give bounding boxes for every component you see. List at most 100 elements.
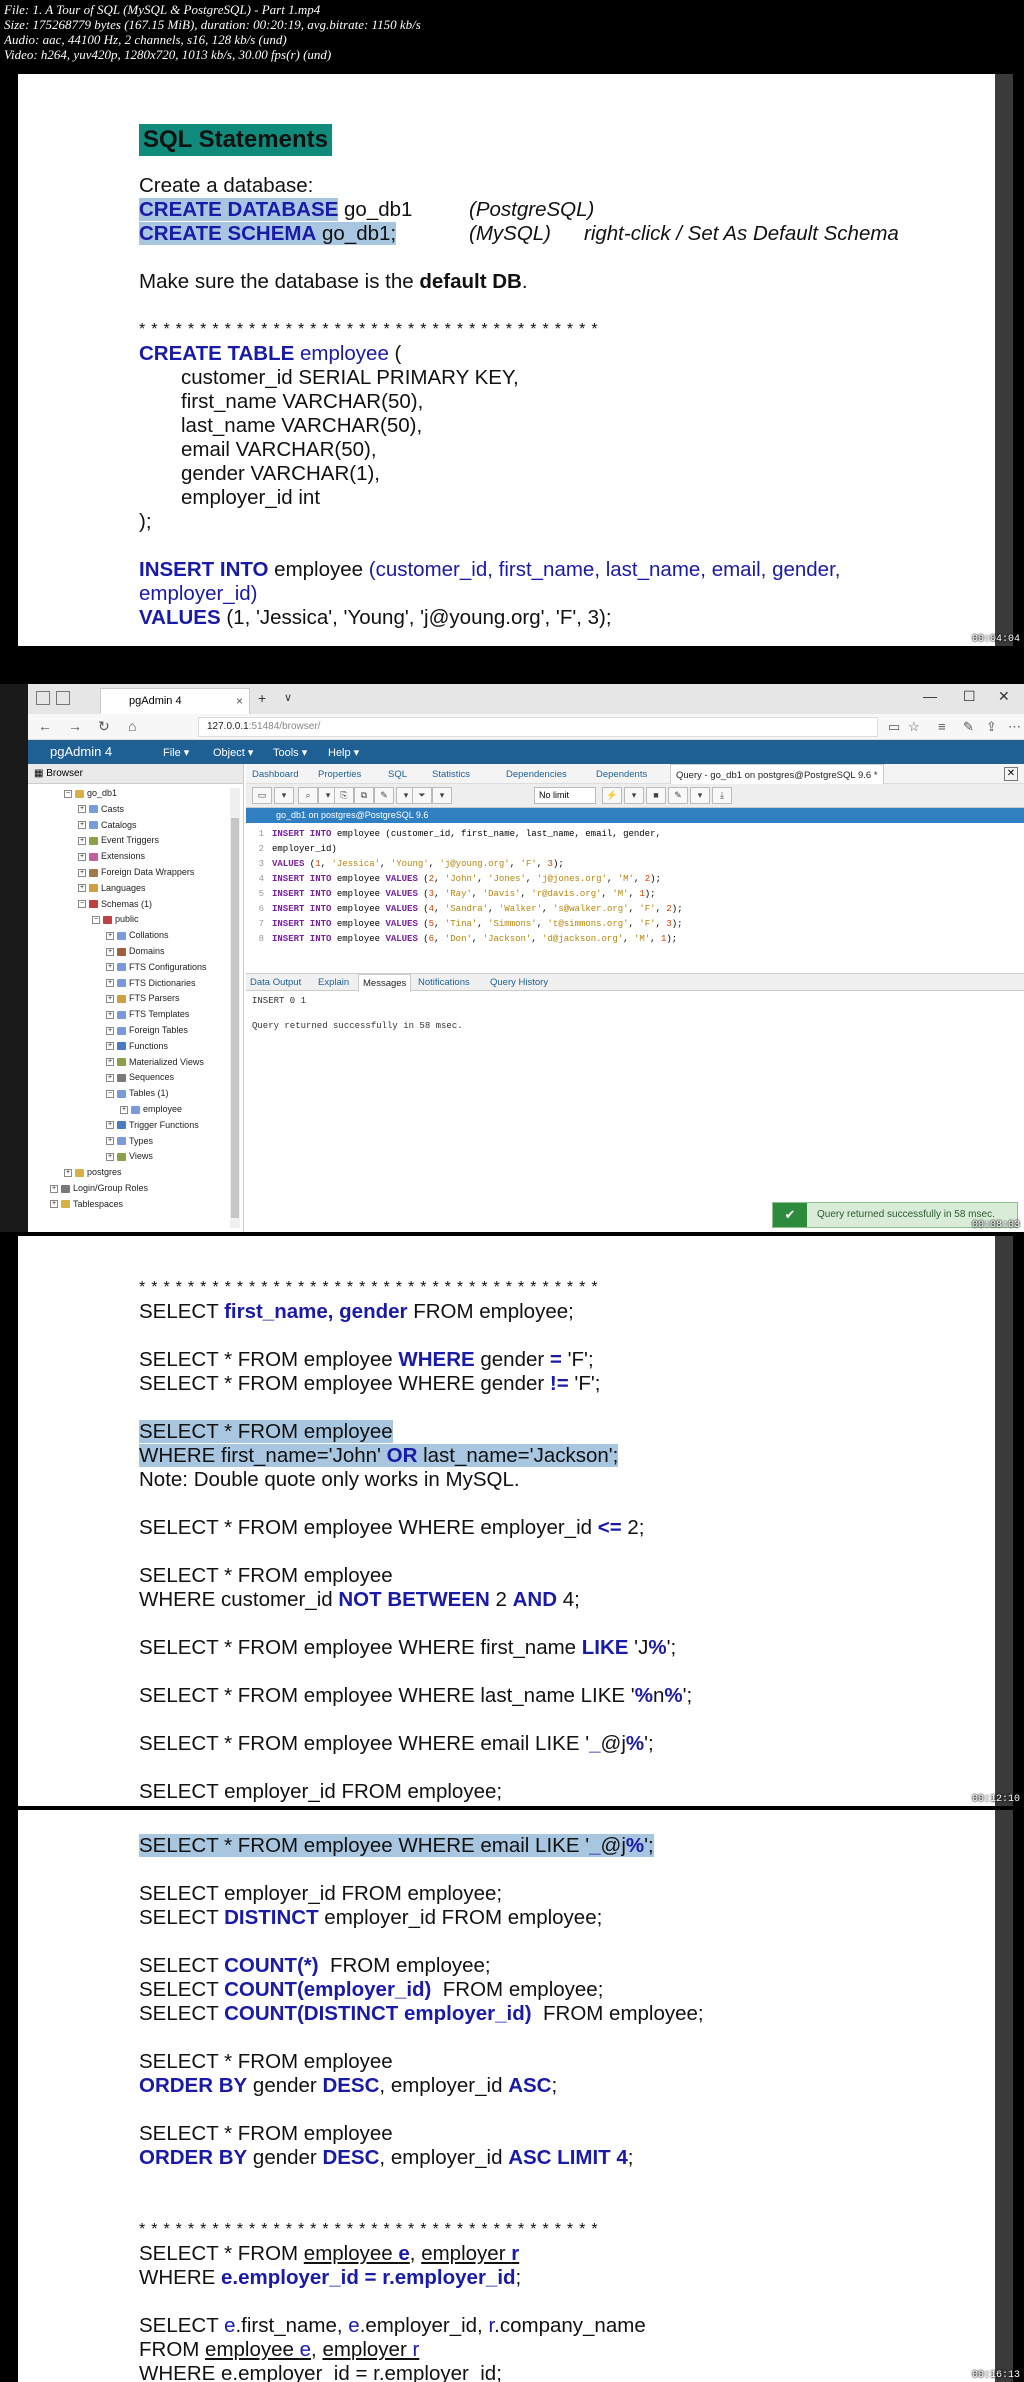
close-panel-icon[interactable]: ✕ xyxy=(1004,767,1018,781)
tree-node[interactable]: + Casts xyxy=(78,802,124,816)
toolbar-button-icon[interactable]: ▾ xyxy=(690,787,710,804)
tab-query-history[interactable]: Query History xyxy=(490,977,548,988)
toolbar-button-icon[interactable]: ⚡ xyxy=(602,787,622,804)
menu-tools[interactable]: Tools ▾ xyxy=(273,746,307,759)
expand-icon[interactable]: + xyxy=(78,821,86,830)
tab-list-icon[interactable]: ∨ xyxy=(284,691,292,704)
tree-node[interactable]: − go_db1 xyxy=(64,786,117,800)
toolbar-button-icon[interactable]: ⤓ xyxy=(712,787,732,804)
tree-node[interactable]: + Event Triggers xyxy=(78,833,159,847)
reading-view-icon[interactable]: ▭ xyxy=(888,719,900,735)
back-icon[interactable]: ← xyxy=(38,718,52,734)
expand-icon[interactable]: + xyxy=(78,884,86,893)
row-limit-select[interactable]: No limit xyxy=(534,787,596,804)
collapse-icon[interactable]: − xyxy=(78,900,86,909)
menu-file[interactable]: File ▾ xyxy=(163,746,189,759)
refresh-icon[interactable]: ↻ xyxy=(98,718,110,735)
tree-node[interactable]: + Views xyxy=(106,1149,153,1163)
expand-icon[interactable]: + xyxy=(106,1042,114,1051)
tab-preview-icon[interactable] xyxy=(36,691,50,705)
expand-icon[interactable]: + xyxy=(106,1137,114,1146)
expand-icon[interactable]: + xyxy=(106,1121,114,1130)
toolbar-button-icon[interactable]: ⎘ xyxy=(334,787,354,804)
expand-icon[interactable]: + xyxy=(78,868,86,877)
tree-node[interactable]: + postgres xyxy=(64,1165,122,1179)
tree-node[interactable]: + Extensions xyxy=(78,849,145,863)
tree-node[interactable]: + FTS Parsers xyxy=(106,991,180,1005)
close-window-icon[interactable]: ✕ xyxy=(998,688,1010,705)
tree-node[interactable]: + Languages xyxy=(78,881,146,895)
minimize-icon[interactable]: — xyxy=(923,688,937,704)
tree-node[interactable]: + FTS Configurations xyxy=(106,960,207,974)
tree-node[interactable]: + Trigger Functions xyxy=(106,1118,199,1132)
tree-node[interactable]: + Collations xyxy=(106,928,169,942)
tree-node[interactable]: + Materialized Views xyxy=(106,1055,204,1069)
tab-notifications[interactable]: Notifications xyxy=(418,977,470,988)
tab-data-output[interactable]: Data Output xyxy=(250,977,301,988)
expand-icon[interactable]: + xyxy=(106,947,114,956)
menu-object[interactable]: Object ▾ xyxy=(213,746,253,759)
url-input[interactable]: 127.0.0.1:51484/browser/ xyxy=(198,717,878,737)
tree-node[interactable]: + Sequences xyxy=(106,1070,174,1084)
maximize-icon[interactable]: ☐ xyxy=(963,688,976,705)
tab-statistics[interactable]: Statistics xyxy=(432,769,470,780)
tree-node[interactable]: + Foreign Data Wrappers xyxy=(78,865,194,879)
forward-icon[interactable]: → xyxy=(68,718,82,734)
sql-editor[interactable]: 1 INSERT INTO employee (customer_id, firs… xyxy=(246,823,1024,973)
expand-icon[interactable]: + xyxy=(106,931,114,940)
tree-node[interactable]: + Types xyxy=(106,1134,153,1148)
menu-help[interactable]: Help ▾ xyxy=(328,746,359,759)
tab-query[interactable]: Query - go_db1 on postgres@PostgreSQL 9.… xyxy=(670,764,884,784)
share-icon[interactable]: ⇪ xyxy=(986,719,997,735)
toolbar-button-icon[interactable]: ▾ xyxy=(274,787,294,804)
notes-icon[interactable]: ✎ xyxy=(963,719,974,735)
tab-aside-icon[interactable] xyxy=(56,691,70,705)
expand-icon[interactable]: + xyxy=(78,852,86,861)
toolbar-button-icon[interactable]: ⏷ xyxy=(412,787,432,804)
tab-dependencies[interactable]: Dependencies xyxy=(506,769,567,780)
toolbar-button-icon[interactable]: ✎ xyxy=(668,787,688,804)
collapse-icon[interactable]: − xyxy=(64,789,72,798)
tree-node[interactable]: − Tables (1) xyxy=(106,1086,169,1100)
tab-sql[interactable]: SQL xyxy=(388,769,407,780)
expand-icon[interactable]: + xyxy=(106,1074,114,1083)
tree-node[interactable]: + employee xyxy=(120,1102,182,1116)
tree-node[interactable]: + Foreign Tables xyxy=(106,1023,188,1037)
home-icon[interactable]: ⌂ xyxy=(128,718,136,734)
tab-pgadmin[interactable]: pgAdmin 4 × xyxy=(100,688,250,714)
hub-icon[interactable]: ≡ xyxy=(938,719,946,734)
more-icon[interactable]: ⋯ xyxy=(1008,719,1021,735)
close-tab-icon[interactable]: × xyxy=(236,694,243,708)
collapse-icon[interactable]: − xyxy=(92,916,100,925)
new-tab-icon[interactable]: + xyxy=(258,690,266,706)
expand-icon[interactable]: + xyxy=(106,995,114,1004)
expand-icon[interactable]: + xyxy=(106,1058,114,1067)
expand-icon[interactable]: + xyxy=(106,979,114,988)
collapse-icon[interactable]: − xyxy=(106,1089,114,1098)
toolbar-button-icon[interactable]: ▭ xyxy=(252,787,272,804)
tab-properties[interactable]: Properties xyxy=(318,769,361,780)
expand-icon[interactable]: + xyxy=(106,1153,114,1162)
toolbar-button-icon[interactable]: ▾ xyxy=(432,787,452,804)
tree-node[interactable]: − Schemas (1) xyxy=(78,897,152,911)
expand-icon[interactable]: + xyxy=(50,1200,58,1209)
tree-node[interactable]: + FTS Templates xyxy=(106,1007,189,1021)
expand-icon[interactable]: + xyxy=(50,1184,58,1193)
toolbar-button-icon[interactable]: ■ xyxy=(646,787,666,804)
toolbar-button-icon[interactable]: ▾ xyxy=(624,787,644,804)
expand-icon[interactable]: + xyxy=(106,1026,114,1035)
expand-icon[interactable]: + xyxy=(106,963,114,972)
tree-node[interactable]: − public xyxy=(92,912,139,926)
tree-scrollbar[interactable] xyxy=(230,788,240,1228)
tab-messages[interactable]: Messages xyxy=(358,974,412,992)
expand-icon[interactable]: + xyxy=(78,805,86,814)
expand-icon[interactable]: + xyxy=(64,1168,72,1177)
tree-node[interactable]: + Catalogs xyxy=(78,818,137,832)
tree-node[interactable]: + FTS Dictionaries xyxy=(106,976,196,990)
toolbar-button-icon[interactable]: ✎ xyxy=(374,787,394,804)
tree-node[interactable]: + Functions xyxy=(106,1039,168,1053)
tab-dashboard[interactable]: Dashboard xyxy=(252,769,298,780)
expand-icon[interactable]: + xyxy=(120,1105,128,1114)
tree-node[interactable]: + Domains xyxy=(106,944,165,958)
tab-explain[interactable]: Explain xyxy=(318,977,349,988)
